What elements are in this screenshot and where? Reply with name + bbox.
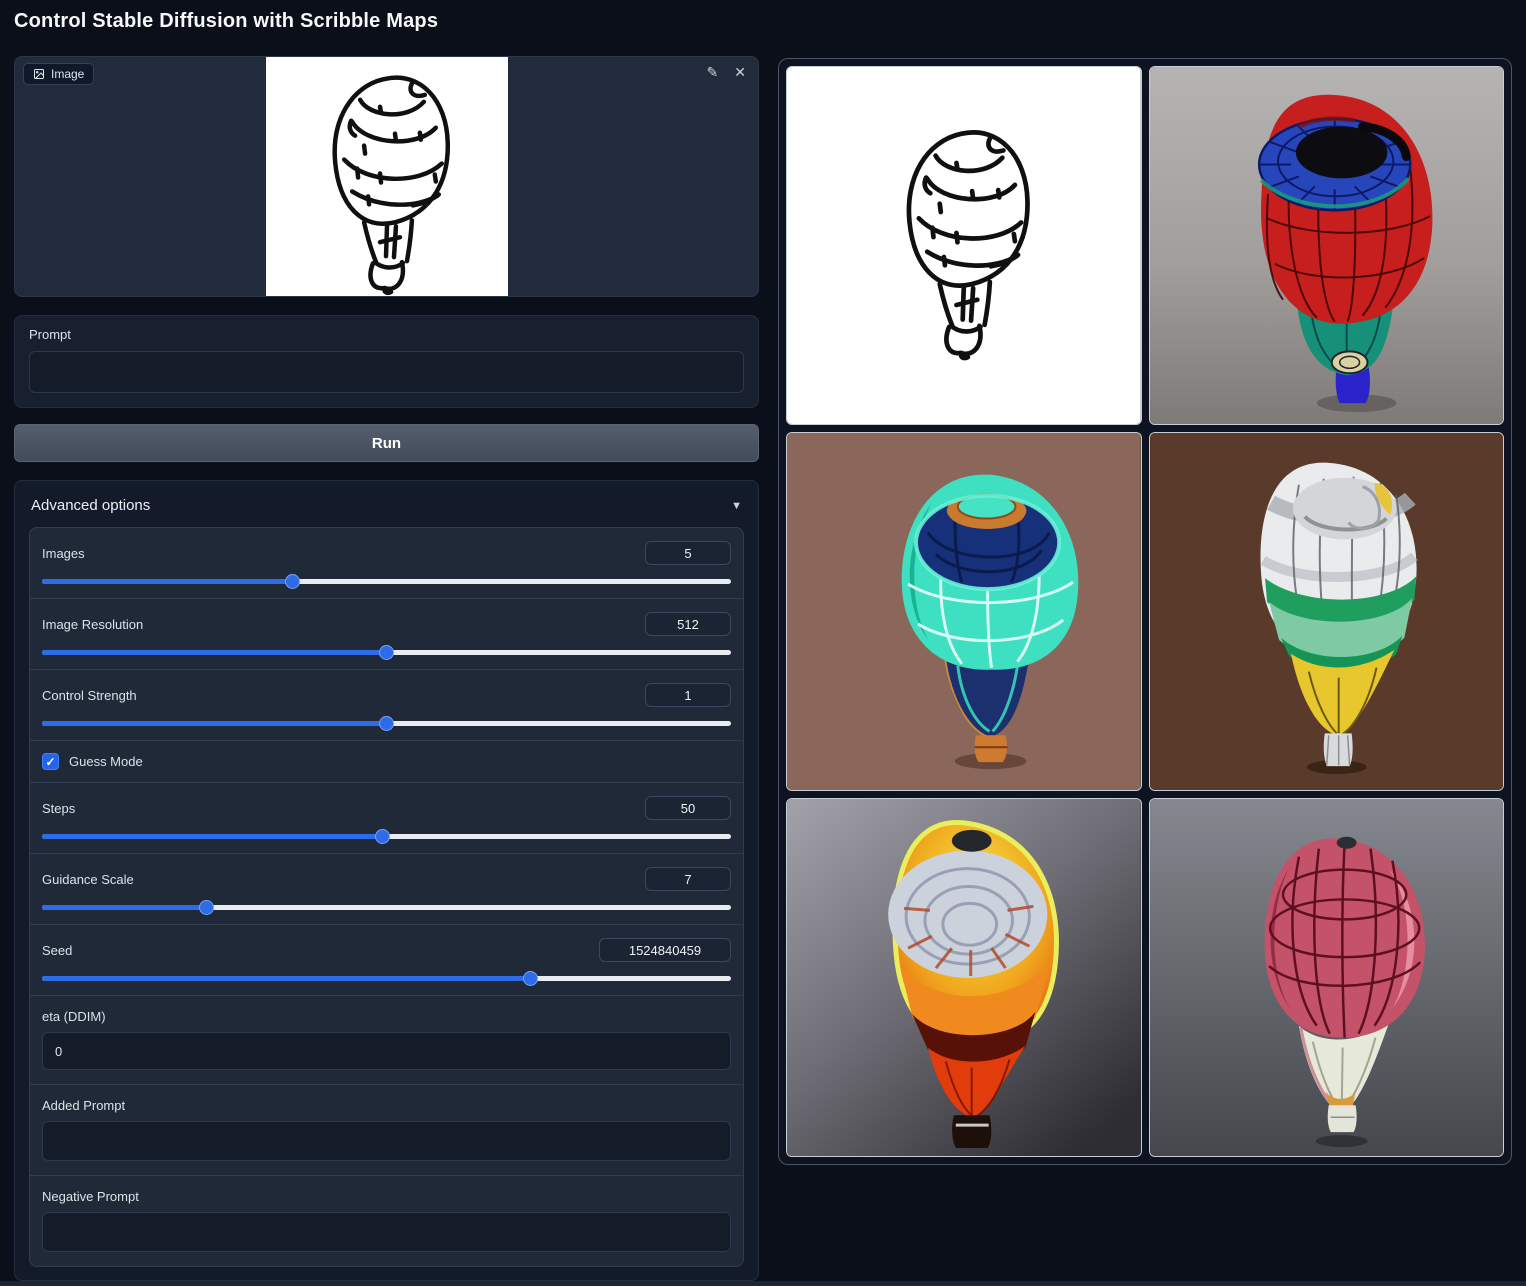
gallery-item-pink-balloon[interactable] <box>1148 798 1504 1157</box>
advanced-options-header[interactable]: Advanced options ▼ <box>29 481 744 527</box>
image-resolution-slider-row: Image Resolution <box>30 598 743 669</box>
image-resolution-slider[interactable] <box>42 645 731 660</box>
guidance-scale-slider[interactable] <box>42 900 731 915</box>
seed-slider[interactable] <box>42 971 731 986</box>
added-prompt-label: Added Prompt <box>42 1098 126 1113</box>
result-gallery <box>778 58 1512 1165</box>
scribble-balloon-sketch <box>266 57 508 296</box>
edit-pencil-icon[interactable]: ✎ <box>707 65 719 79</box>
balloon-white-green-yellow <box>1149 433 1503 790</box>
image-input-label: Image <box>51 67 85 81</box>
uploaded-scribble-preview <box>265 57 508 296</box>
clear-x-icon[interactable]: ✕ <box>734 65 746 79</box>
negative-prompt-row: Negative Prompt <box>30 1175 743 1266</box>
eta-label: eta (DDIM) <box>42 1009 106 1024</box>
scribble-balloon-sketch <box>787 67 1141 424</box>
seed-number-input[interactable] <box>599 938 731 962</box>
control-strength-slider-row: Control Strength <box>30 669 743 740</box>
steps-slider-row: Steps <box>30 782 743 853</box>
gallery-item-teal-balloon[interactable] <box>786 432 1142 791</box>
balloon-orange-glow <box>787 799 1141 1156</box>
steps-number-input[interactable] <box>645 796 731 820</box>
prompt-input[interactable] <box>29 351 744 393</box>
steps-label: Steps <box>42 800 76 816</box>
images-number-input[interactable] <box>645 541 731 565</box>
balloon-pink-wireframe <box>1149 799 1503 1156</box>
image-input-component[interactable]: Image ✎ ✕ <box>14 56 759 297</box>
images-slider-row: Images <box>30 528 743 598</box>
image-resolution-number-input[interactable] <box>645 612 731 636</box>
guidance-scale-slider-handle[interactable] <box>199 900 215 915</box>
guidance-scale-number-input[interactable] <box>645 867 731 891</box>
gallery-item-white-green-balloon[interactable] <box>1148 432 1504 791</box>
control-strength-label: Control Strength <box>42 687 137 703</box>
images-slider[interactable] <box>42 574 731 589</box>
control-strength-number-input[interactable] <box>645 683 731 707</box>
guidance-scale-slider-row: Guidance Scale <box>30 853 743 924</box>
prompt-block: Prompt <box>14 315 759 408</box>
footer-divider <box>0 1281 1526 1286</box>
page-title: Control Stable Diffusion with Scribble M… <box>14 10 439 32</box>
guess-mode-checkbox[interactable]: ✓ <box>42 753 59 770</box>
added-prompt-row: Added Prompt <box>30 1084 743 1175</box>
eta-row: eta (DDIM) <box>30 995 743 1084</box>
run-button[interactable]: Run <box>14 424 759 462</box>
eta-input[interactable] <box>42 1032 731 1070</box>
controls-column: Image ✎ ✕ Prompt Run Advanced options ▼ … <box>14 56 759 1281</box>
steps-slider[interactable] <box>42 829 731 844</box>
guess-mode-label: Guess Mode <box>69 754 143 769</box>
caret-down-icon: ▼ <box>731 499 742 512</box>
advanced-options-accordion: Advanced options ▼ Images Image Resoluti… <box>14 480 759 1281</box>
image-resolution-slider-handle[interactable] <box>378 645 394 660</box>
added-prompt-input[interactable] <box>42 1121 731 1161</box>
negative-prompt-label: Negative Prompt <box>42 1189 139 1204</box>
steps-slider-handle[interactable] <box>375 829 391 844</box>
advanced-options-group: Images Image Resolution Control St <box>29 527 744 1267</box>
image-input-label-badge: Image <box>23 63 95 85</box>
guess-mode-row: ✓ Guess Mode <box>30 740 743 782</box>
balloon-teal-navy <box>787 433 1141 790</box>
seed-label: Seed <box>42 942 73 958</box>
seed-slider-handle[interactable] <box>523 971 539 986</box>
advanced-options-title: Advanced options <box>31 497 151 514</box>
images-label: Images <box>42 545 85 561</box>
image-icon <box>34 69 44 79</box>
negative-prompt-input[interactable] <box>42 1212 731 1252</box>
balloon-red-blue-wireframe <box>1149 67 1503 424</box>
guidance-scale-label: Guidance Scale <box>42 871 134 887</box>
gallery-item-scribble[interactable] <box>786 66 1142 425</box>
gallery-item-red-balloon[interactable] <box>1148 66 1504 425</box>
image-resolution-label: Image Resolution <box>42 616 144 632</box>
control-strength-slider[interactable] <box>42 716 731 731</box>
images-slider-handle[interactable] <box>285 574 301 589</box>
seed-slider-row: Seed <box>30 924 743 995</box>
control-strength-slider-handle[interactable] <box>378 716 394 731</box>
check-icon: ✓ <box>45 754 56 769</box>
gallery-item-orange-balloon[interactable] <box>786 798 1142 1157</box>
prompt-label: Prompt <box>29 327 71 342</box>
